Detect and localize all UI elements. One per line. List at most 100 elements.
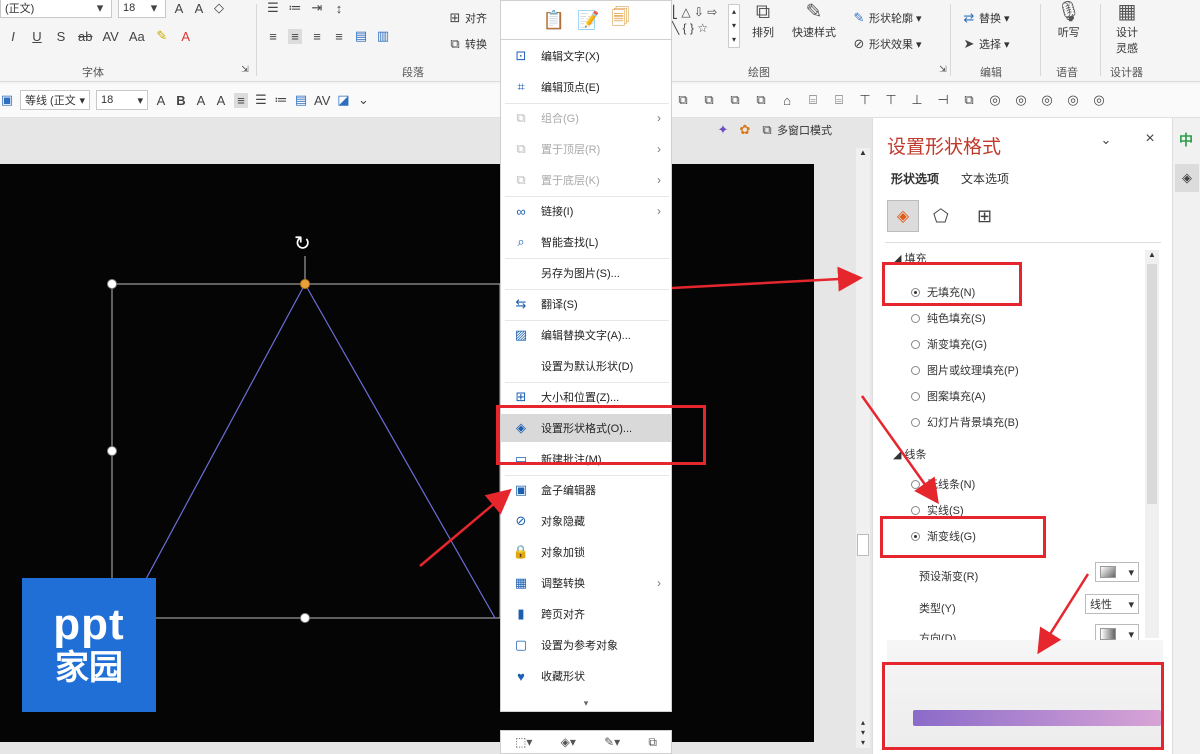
multi-window-button[interactable]: ⧉ 多窗口模式 (760, 122, 832, 138)
tab-shape-options[interactable]: 形状选项 (891, 170, 939, 187)
grow-font-icon[interactable]: A (154, 93, 168, 108)
highlight-icon[interactable]: ✎ (155, 28, 169, 44)
context-menu-item[interactable]: ⊘ 对象隐藏 (501, 507, 671, 535)
shrink-font-icon[interactable]: A (192, 1, 206, 16)
underline-icon[interactable]: U (30, 29, 44, 44)
align-left-icon[interactable]: ≡ (266, 29, 280, 44)
selection-handle[interactable] (300, 613, 310, 623)
line-spacing-icon[interactable]: ↕ (332, 1, 346, 16)
context-menu-item[interactable]: ⌗ 编辑顶点(E) (501, 73, 671, 101)
outline-icon[interactable]: ✎▾ (604, 735, 620, 749)
radio-button[interactable] (911, 479, 920, 489)
char-spacing-icon[interactable]: AV (314, 93, 330, 108)
close-icon[interactable]: × (1143, 130, 1157, 148)
context-menu-item[interactable]: 🔒 对象加锁 (501, 538, 671, 566)
shrink-font-icon[interactable]: A (214, 93, 228, 108)
font-size-combo[interactable]: 18 ▾ (118, 0, 166, 18)
shape-icon[interactable]: ⊤ (884, 92, 898, 108)
shape-icon[interactable]: ⧉ (962, 92, 976, 108)
canvas-scrollbar[interactable]: ▲ ▴ ▾ ▾ (856, 148, 870, 748)
dialog-launcher-icon[interactable]: ⇲ (936, 64, 950, 75)
pane-options-icon[interactable]: ⌄ (1099, 132, 1113, 148)
text-align-button[interactable]: ⊞ 对齐 (448, 10, 487, 26)
radio-button[interactable] (911, 391, 920, 401)
radio-option[interactable]: 幻灯片背景填充(B) (911, 414, 1019, 430)
shapes-gallery[interactable]: ⎣ △ ⇩ ⇨ ╲ { } ☆ (672, 4, 728, 48)
columns-icon[interactable]: ▥ (376, 28, 390, 44)
font-name-combo[interactable]: (正文) ▾ (0, 0, 112, 18)
paste-format-icon[interactable]: 📝 (577, 10, 599, 31)
bullets-icon[interactable]: ☰ (266, 0, 280, 16)
context-menu-item[interactable]: ▢ 设置为参考对象 (501, 631, 671, 659)
paste-icon[interactable]: 📋 (543, 10, 565, 31)
shape-outline-button[interactable]: ✎ 形状轮廓 ▾ (852, 10, 922, 26)
grow-font-icon[interactable]: A (172, 1, 186, 16)
select-button[interactable]: ➤ 选择 ▾ (962, 36, 1010, 52)
shape-icon[interactable]: ◎ (1066, 92, 1080, 108)
align-center-icon[interactable]: ≡ (288, 28, 302, 44)
distribute-icon[interactable]: ▤ (294, 92, 308, 108)
rotate-handle-icon[interactable]: ↻ (294, 234, 311, 254)
paste-picture-icon[interactable]: 🗐 (611, 5, 629, 35)
shadow-icon[interactable]: S (54, 29, 68, 44)
scroll-thumb[interactable] (1147, 264, 1157, 504)
preset-gradient-picker[interactable]: ▾ (1095, 562, 1139, 582)
radio-button[interactable] (911, 339, 920, 349)
shape-icon[interactable]: ⧉ (702, 92, 716, 108)
radio-button[interactable] (911, 505, 920, 515)
align-center-icon[interactable]: ≡ (234, 92, 248, 108)
char-spacing-icon[interactable]: AV (102, 29, 118, 44)
replace-button[interactable]: ⇄ 替换 ▾ (962, 10, 1010, 26)
selection-handle[interactable] (107, 446, 117, 456)
effects-tab-icon[interactable]: ⬠ (933, 206, 949, 227)
strikethrough-icon[interactable]: ab (78, 29, 92, 44)
shape-style-icon[interactable]: ◪ (336, 92, 350, 108)
scroll-down-icon[interactable]: ▴ ▾ ▾ (856, 718, 870, 748)
arrange-button[interactable]: ⧉ 排列 (752, 0, 774, 40)
context-menu-item[interactable]: 设置为默认形状(D) (501, 352, 671, 380)
shape-icon[interactable]: ⊤ (858, 92, 872, 108)
numbering-icon[interactable]: ≔ (274, 92, 288, 108)
scroll-up-icon[interactable]: ▲ (1145, 250, 1159, 259)
strip-char[interactable]: 中 (1179, 130, 1193, 150)
scroll-thumb[interactable] (857, 534, 869, 556)
shape-icon[interactable]: ◎ (1014, 92, 1028, 108)
shape-icon[interactable]: ⌂ (780, 93, 794, 108)
settings-icon[interactable]: ✿ (738, 122, 752, 138)
shape-icon[interactable]: ⌸ (832, 92, 846, 108)
designer-button[interactable]: ▦ 设计 灵感 (1116, 0, 1138, 56)
radio-option[interactable]: 图片或纹理填充(P) (911, 362, 1019, 378)
justify-icon[interactable]: ≡ (332, 29, 346, 44)
shape-effect-button[interactable]: ⊘ 形状效果 ▾ (852, 36, 922, 52)
scroll-up-icon[interactable]: ▲ (856, 148, 870, 157)
fill-icon[interactable]: ◈▾ (561, 735, 576, 749)
type-select[interactable]: 线性 ▾ (1085, 594, 1139, 614)
scroll-down-icon[interactable]: ▾ (501, 698, 671, 709)
context-menu-item[interactable]: ⊡ 编辑文字(X) (501, 42, 671, 70)
radio-option[interactable]: 图案填充(A) (911, 388, 986, 404)
indent-icon[interactable]: ⇥ (310, 0, 324, 16)
shape-icon[interactable]: ⧉ (754, 92, 768, 108)
context-menu-item[interactable]: ⇆ 翻译(S) (501, 290, 671, 318)
shape-icon[interactable]: ◎ (988, 92, 1002, 108)
pin-icon[interactable]: ✦ (716, 122, 730, 138)
fill-line-tab[interactable]: ◈ (887, 200, 919, 232)
shape-icon[interactable]: ⧉ (728, 92, 742, 108)
slide-icon[interactable]: ▣ (0, 92, 14, 108)
line-section-header[interactable]: ◢ 线条 (893, 446, 927, 462)
gallery-scroll[interactable]: ▴ ▾ ▾ (728, 4, 740, 48)
quick-style-button[interactable]: ✎ 快速样式 (792, 0, 836, 40)
distribute-icon[interactable]: ▤ (354, 28, 368, 44)
bold-icon[interactable]: B (174, 93, 188, 108)
adjust-handle[interactable] (300, 279, 310, 289)
radio-option[interactable]: 渐变填充(G) (911, 336, 987, 352)
shape-style-icon[interactable]: ⬚▾ (515, 735, 532, 749)
grow-font-icon[interactable]: A (194, 93, 208, 108)
shape-icon[interactable]: ◎ (1092, 92, 1106, 108)
shape-icon[interactable]: ⊥ (910, 92, 924, 108)
radio-option[interactable]: 无线条(N) (911, 476, 975, 492)
dialog-launcher-icon[interactable]: ⇲ (238, 64, 252, 75)
font-color-icon[interactable]: A (179, 29, 193, 44)
context-menu-item[interactable]: ∞ 链接(I) › (501, 197, 671, 225)
radio-option[interactable]: 纯色填充(S) (911, 310, 986, 326)
